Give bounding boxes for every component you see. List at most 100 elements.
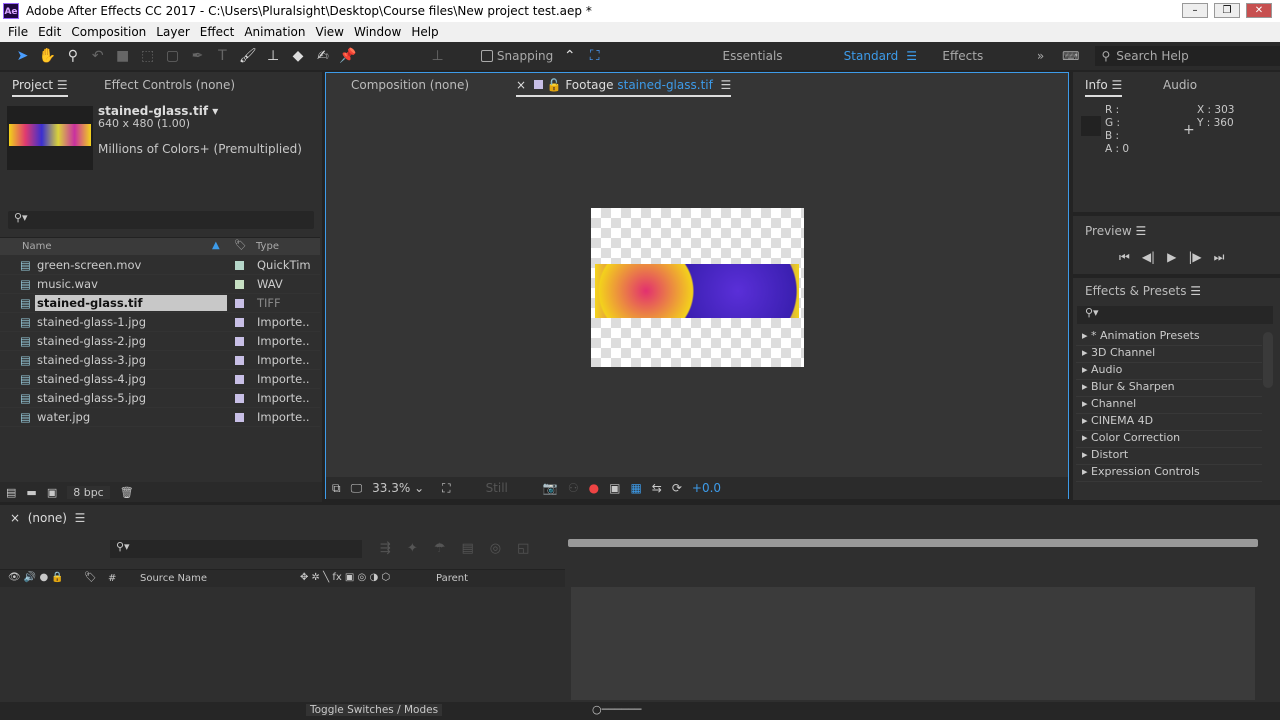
hand-tool-icon[interactable]: ✋ xyxy=(39,47,56,65)
label-color[interactable] xyxy=(235,393,244,403)
type-tool-icon[interactable]: T xyxy=(214,47,231,65)
expand-arrow-icon[interactable]: ▸ xyxy=(1082,465,1088,478)
channel-icon[interactable]: ● xyxy=(589,481,599,495)
draft-3d-icon[interactable]: ✦ xyxy=(407,541,418,556)
tab-timeline[interactable]: × (none) ☰ xyxy=(10,511,85,525)
project-item[interactable]: ▤ stained-glass-1.jpg Importe.. xyxy=(0,313,320,332)
menu-edit[interactable]: Edit xyxy=(38,22,69,42)
timeline-track-area[interactable] xyxy=(571,587,1255,700)
search-help-input[interactable]: ⚲ Search Help xyxy=(1095,46,1280,66)
expand-arrow-icon[interactable]: ▸ xyxy=(1082,346,1088,359)
snap-option-icon[interactable]: ⌃ xyxy=(561,47,578,65)
axis-mode-icon[interactable]: ⊥ xyxy=(429,47,446,65)
project-search-input[interactable]: ⚲▾ xyxy=(8,211,314,229)
tab-info[interactable]: Info ☰ xyxy=(1085,78,1123,97)
label-color[interactable] xyxy=(235,298,244,308)
menu-window[interactable]: Window xyxy=(354,22,409,42)
project-item[interactable]: ▤ stained-glass.tif TIFF xyxy=(0,294,320,313)
snapshot-icon[interactable]: 📷 xyxy=(543,481,558,495)
puppet-pin-tool-icon[interactable]: 📌 xyxy=(339,47,356,65)
menu-file[interactable]: File xyxy=(8,22,36,42)
zoom-tool-icon[interactable]: ⚲ xyxy=(64,47,81,65)
workspace-menu-icon[interactable]: ☰ xyxy=(906,49,917,63)
project-item[interactable]: ▤ stained-glass-5.jpg Importe.. xyxy=(0,389,320,408)
effect-category[interactable]: ▸ CINEMA 4D xyxy=(1076,414,1262,431)
effect-category[interactable]: ▸ Color Correction xyxy=(1076,431,1262,448)
column-type[interactable]: Type xyxy=(256,241,279,252)
effect-category[interactable]: ▸ 3D Channel xyxy=(1076,346,1262,363)
exposure-value[interactable]: +0.0 xyxy=(692,481,721,495)
tab-footage[interactable]: × 🔓 Footage stained-glass.tif ☰ xyxy=(516,78,732,97)
label-color[interactable] xyxy=(235,412,244,422)
column-name[interactable]: Name xyxy=(22,241,52,252)
tab-effect-controls[interactable]: Effect Controls (none) xyxy=(104,78,235,92)
roto-brush-tool-icon[interactable]: ✍ xyxy=(314,47,331,65)
brush-tool-icon[interactable]: 🖌 xyxy=(239,47,257,65)
menu-animation[interactable]: Animation xyxy=(244,22,313,42)
effect-category[interactable]: ▸ * Animation Presets xyxy=(1076,329,1262,346)
sort-ascending-icon[interactable]: ▲ xyxy=(212,240,220,251)
project-item[interactable]: ▤ water.jpg Importe.. xyxy=(0,408,320,427)
frame-blending-icon[interactable]: ▤ xyxy=(461,541,473,556)
effect-category[interactable]: ▸ Expression Controls xyxy=(1076,465,1262,482)
motion-blur-icon[interactable]: ◎ xyxy=(490,541,501,556)
label-color[interactable] xyxy=(235,336,244,346)
project-item[interactable]: ▤ stained-glass-2.jpg Importe.. xyxy=(0,332,320,351)
tab-audio[interactable]: Audio xyxy=(1163,78,1197,92)
menu-view[interactable]: View xyxy=(316,22,352,42)
rectangle-tool-icon[interactable]: ▢ xyxy=(164,47,181,65)
expand-arrow-icon[interactable]: ▸ xyxy=(1082,397,1088,410)
snap-feature-icon[interactable]: ⛶ xyxy=(586,47,603,65)
selected-item-name[interactable]: stained-glass.tif ▾ xyxy=(98,104,218,118)
label-color[interactable] xyxy=(235,374,244,384)
graph-editor-icon[interactable]: ◱ xyxy=(517,541,529,556)
zoom-slider[interactable]: ○────── xyxy=(592,703,641,716)
workspace-effects[interactable]: Effects xyxy=(942,49,983,63)
menu-effect[interactable]: Effect xyxy=(200,22,243,42)
expand-arrow-icon[interactable]: ▸ xyxy=(1082,414,1088,427)
new-folder-icon[interactable]: ▬ xyxy=(26,486,36,499)
shy-icon[interactable]: ☂ xyxy=(434,541,446,556)
transparency-grid-icon[interactable]: ▣ xyxy=(609,481,620,495)
expand-arrow-icon[interactable]: ▸ xyxy=(1082,448,1088,461)
effect-category[interactable]: ▸ Blur & Sharpen xyxy=(1076,380,1262,397)
workspace-standard[interactable]: Standard xyxy=(844,49,899,63)
effect-category[interactable]: ▸ Audio xyxy=(1076,363,1262,380)
next-frame-icon[interactable]: |▶ xyxy=(1188,250,1201,265)
project-item[interactable]: ▤ green-screen.mov QuickTim xyxy=(0,256,320,275)
effects-search-input[interactable]: ⚲▾ xyxy=(1077,306,1273,324)
play-icon[interactable]: ▶ xyxy=(1167,250,1176,265)
toggle-switches-modes-button[interactable]: Toggle Switches / Modes xyxy=(306,704,443,716)
expand-arrow-icon[interactable]: ▸ xyxy=(1082,363,1088,376)
always-preview-icon[interactable]: ⧉ xyxy=(332,481,341,496)
interpret-footage-icon[interactable]: ▤ xyxy=(6,486,16,499)
new-composition-icon[interactable]: ▣ xyxy=(47,486,57,499)
label-color[interactable] xyxy=(235,355,244,365)
rotate-tool-icon[interactable]: ↶ xyxy=(89,47,106,65)
show-snapshot-icon[interactable]: ⚇ xyxy=(568,481,579,495)
selection-tool-icon[interactable]: ➤ xyxy=(14,47,31,65)
effect-category[interactable]: ▸ Channel xyxy=(1076,397,1262,414)
workspace-essentials[interactable]: Essentials xyxy=(723,49,783,63)
expand-arrow-icon[interactable]: ▸ xyxy=(1082,380,1088,393)
fit-icon[interactable]: ⇆ xyxy=(652,481,662,495)
minimize-button[interactable]: – xyxy=(1182,3,1208,18)
zoom-dropdown[interactable]: 33.3% ⌄ xyxy=(372,481,432,495)
label-color[interactable] xyxy=(235,279,244,289)
checkerboard-icon[interactable]: ▦ xyxy=(630,481,641,495)
project-item[interactable]: ▤ music.wav WAV xyxy=(0,275,320,294)
tab-composition[interactable]: Composition (none) xyxy=(351,78,469,92)
close-button[interactable]: ✕ xyxy=(1246,3,1272,18)
timeline-search-input[interactable]: ⚲▾ xyxy=(110,540,362,558)
project-item[interactable]: ▤ stained-glass-4.jpg Importe.. xyxy=(0,370,320,389)
menu-composition[interactable]: Composition xyxy=(71,22,154,42)
trash-icon[interactable]: 🗑 xyxy=(120,486,134,499)
pan-behind-tool-icon[interactable]: ⬚ xyxy=(139,47,156,65)
more-workspaces-icon[interactable]: » xyxy=(1037,49,1044,63)
comp-flowchart-icon[interactable]: ⇶ xyxy=(380,541,391,556)
reset-exposure-icon[interactable]: ⟳ xyxy=(672,481,682,495)
sync-icon[interactable]: ⌨ xyxy=(1062,49,1079,63)
monitor-icon[interactable]: 🖵 xyxy=(351,481,363,496)
bit-depth-button[interactable]: 8 bpc xyxy=(67,485,110,499)
project-item[interactable]: ▤ stained-glass-3.jpg Importe.. xyxy=(0,351,320,370)
